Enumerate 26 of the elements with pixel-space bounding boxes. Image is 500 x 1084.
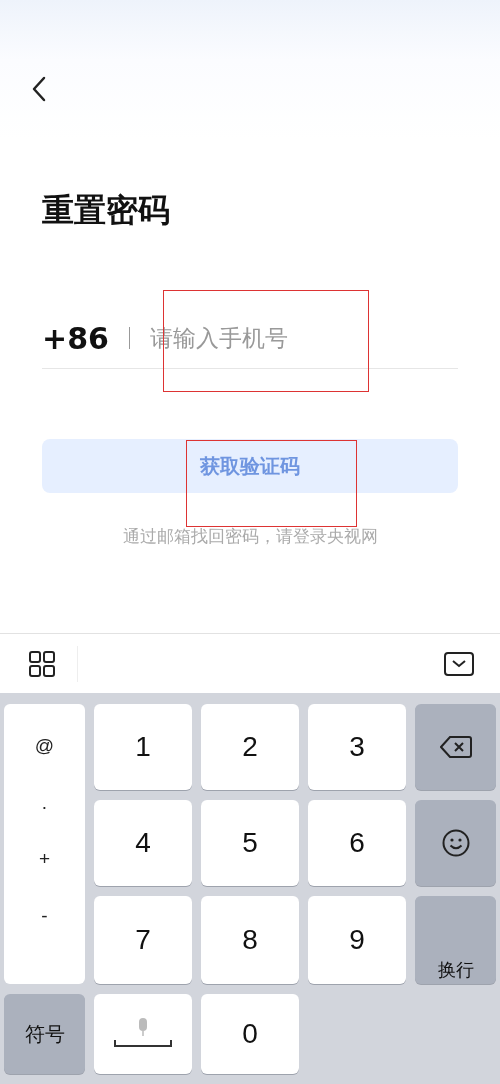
digit-key[interactable]: 8 <box>201 896 299 984</box>
enter-key[interactable]: 换行 <box>415 896 496 984</box>
digit-key[interactable]: 4 <box>94 800 192 886</box>
emoji-key[interactable] <box>415 800 496 886</box>
space-mic-icon <box>114 1018 172 1050</box>
symbol-key[interactable]: + <box>38 848 51 871</box>
digit-key[interactable]: 0 <box>201 994 299 1074</box>
digit-key[interactable]: 3 <box>308 704 406 790</box>
digit-key[interactable]: 1 <box>94 704 192 790</box>
symbol-key[interactable]: - <box>41 904 48 927</box>
digit-key[interactable]: 5 <box>201 800 299 886</box>
digit-key[interactable]: 9 <box>308 896 406 984</box>
symbol-key[interactable]: . <box>41 791 48 814</box>
backspace-key[interactable] <box>415 704 496 790</box>
page-title: 重置密码 <box>42 190 171 230</box>
symbol-key[interactable]: @ <box>34 735 55 758</box>
digit-key[interactable]: 2 <box>201 704 299 790</box>
smiley-icon <box>441 829 470 857</box>
grid-icon[interactable] <box>29 650 55 677</box>
symbols-key[interactable]: 符号 <box>4 994 85 1074</box>
hide-keyboard-icon[interactable] <box>444 651 474 676</box>
backspace-icon <box>439 735 472 759</box>
digit-key[interactable]: 6 <box>308 800 406 886</box>
country-code[interactable]: +86 <box>42 320 109 356</box>
digit-key[interactable]: 7 <box>94 896 192 984</box>
hint-text: 通过邮箱找回密码，请登录央视网 <box>122 525 378 548</box>
